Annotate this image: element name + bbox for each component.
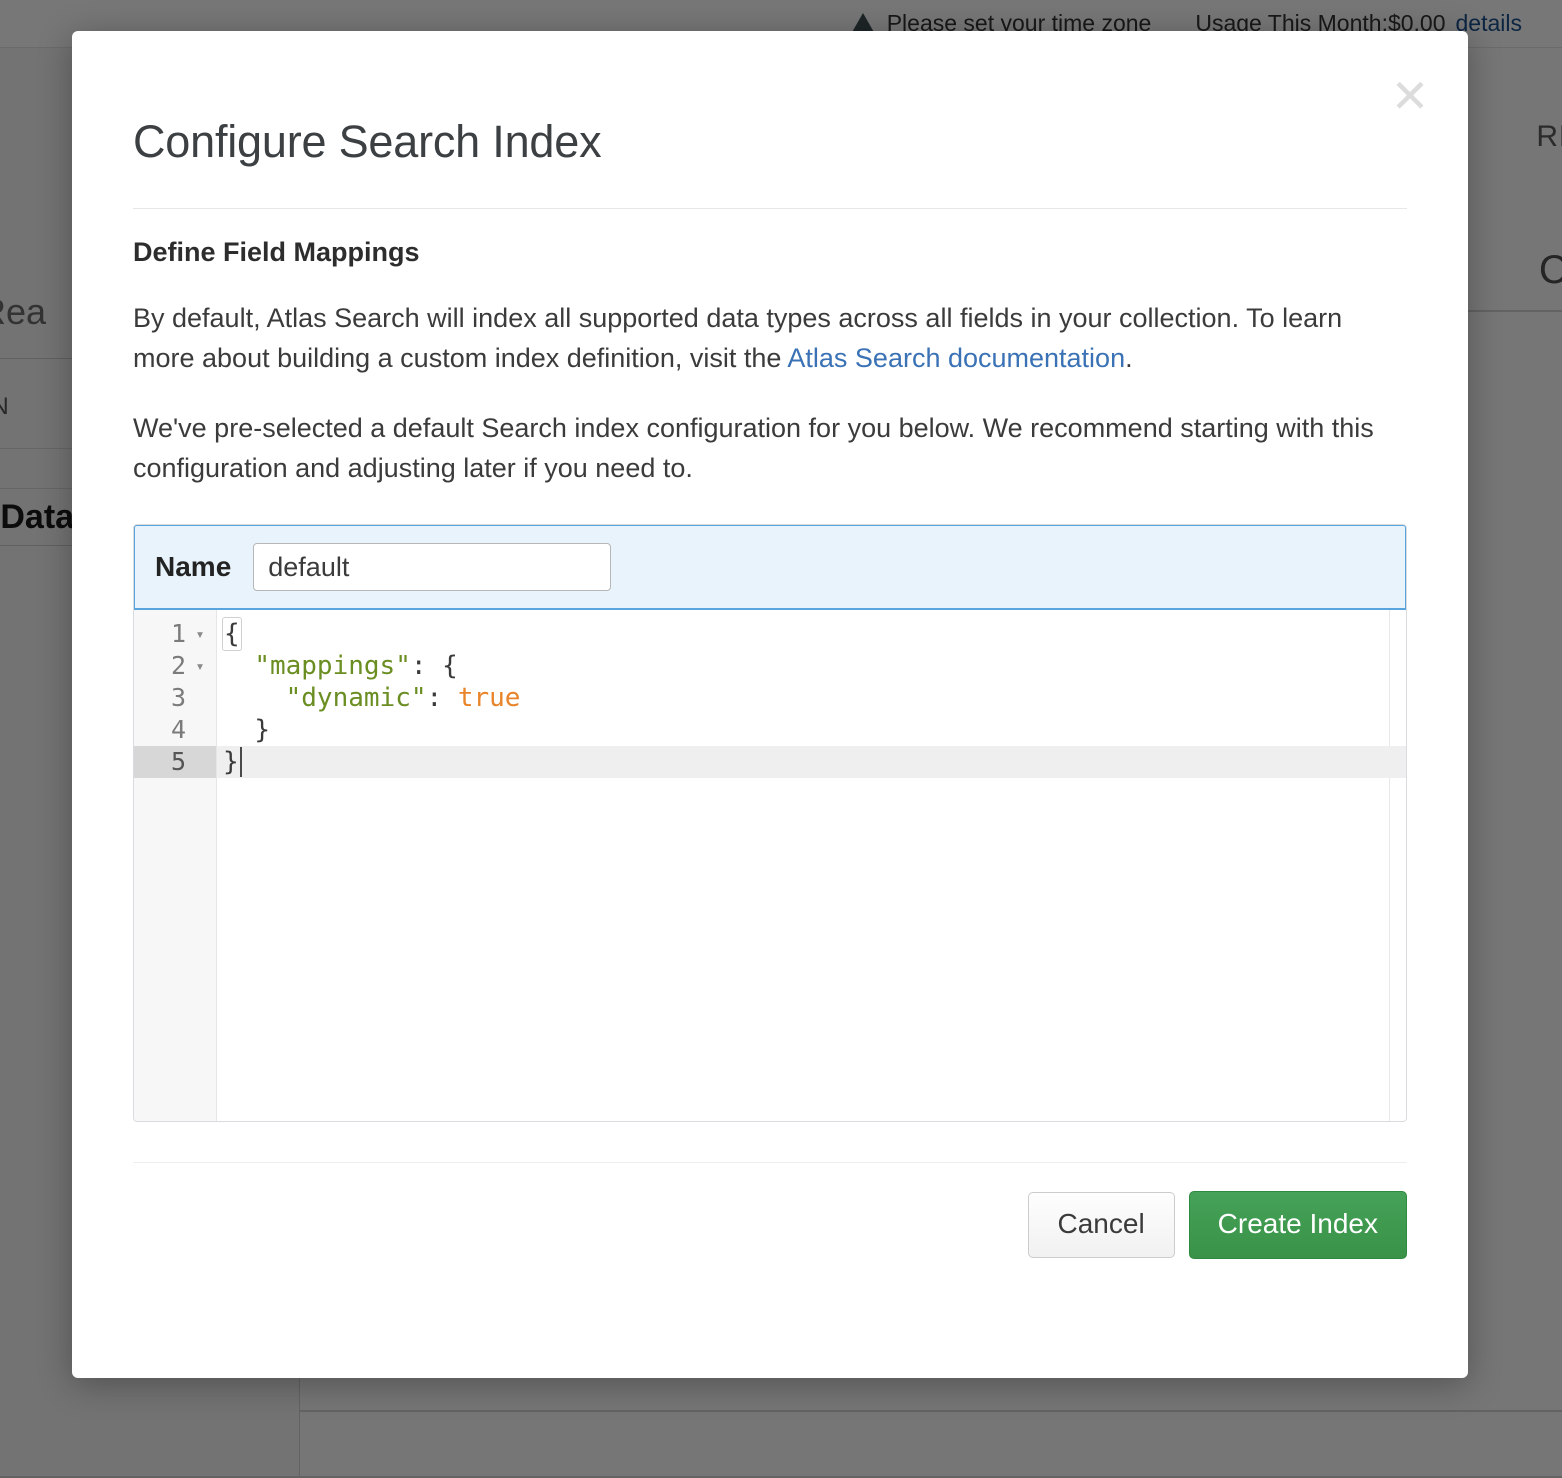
modal-footer-actions: Cancel Create Index <box>133 1191 1407 1259</box>
close-icon[interactable]: ✕ <box>1388 73 1432 119</box>
gutter-line[interactable]: 2 ▾ <box>134 650 216 682</box>
description-paragraph-2: We've pre-selected a default Search inde… <box>133 413 1374 483</box>
index-definition-editor: Name 1 ▾ 2 ▾ 3 <box>133 524 1407 1122</box>
json-code-editor[interactable]: 1 ▾ 2 ▾ 3 4 5 {"mappings": {"dynamic"… <box>134 610 1406 1121</box>
code-token-brace-close: } <box>223 747 239 777</box>
footer-divider <box>133 1162 1407 1163</box>
code-line[interactable]: "mappings": { <box>217 650 1406 682</box>
editor-content[interactable]: { "mappings": { "dynamic": true } } <box>217 610 1406 1121</box>
description-text-before-link: By default, Atlas Search will index all … <box>133 303 1343 373</box>
index-name-label: Name <box>155 551 232 582</box>
code-token-punct: : { <box>410 651 458 681</box>
description-paragraph-1: By default, Atlas Search will index all … <box>133 298 1407 378</box>
code-line[interactable]: } <box>217 714 1406 746</box>
configure-search-index-modal: ✕ Configure Search Index Define Field Ma… <box>72 31 1468 1378</box>
gutter-line[interactable]: 1 ▾ <box>134 618 216 650</box>
text-caret <box>239 747 242 777</box>
gutter-line-number: 5 <box>170 747 186 776</box>
code-line-active[interactable]: } <box>217 746 1406 778</box>
code-line[interactable]: "dynamic": true <box>217 682 1406 714</box>
gutter-line-number: 4 <box>170 715 186 744</box>
code-token-boolean: true <box>457 683 521 713</box>
gutter-line-active[interactable]: 5 <box>134 746 216 778</box>
section-heading: Define Field Mappings <box>133 237 420 267</box>
fold-toggle-icon[interactable]: ▾ <box>192 658 208 674</box>
gutter-line[interactable]: 4 <box>134 714 216 746</box>
code-token-punct: : <box>426 683 458 713</box>
code-token-key: "dynamic" <box>285 683 427 713</box>
code-token-key: "mappings" <box>254 651 411 681</box>
cancel-button[interactable]: Cancel <box>1027 1192 1175 1258</box>
description-text-after-link: . <box>1125 343 1133 373</box>
title-divider <box>133 208 1407 209</box>
fold-toggle-icon[interactable]: ▾ <box>192 626 208 642</box>
index-name-row: Name <box>134 525 1406 610</box>
index-name-input[interactable] <box>253 543 612 591</box>
gutter-line-number: 3 <box>170 683 186 712</box>
editor-gutter: 1 ▾ 2 ▾ 3 4 5 <box>134 610 217 1121</box>
code-token-brace-close: } <box>254 715 270 745</box>
gutter-line-number: 2 <box>170 651 186 680</box>
atlas-search-documentation-link[interactable]: Atlas Search documentation <box>787 343 1125 373</box>
gutter-line[interactable]: 3 <box>134 682 216 714</box>
gutter-line-number: 1 <box>170 619 186 648</box>
page-title: Configure Search Index <box>133 116 602 167</box>
code-line[interactable]: { <box>217 617 1406 651</box>
code-token-brace-open: { <box>222 617 242 651</box>
create-index-button[interactable]: Create Index <box>1188 1191 1407 1259</box>
